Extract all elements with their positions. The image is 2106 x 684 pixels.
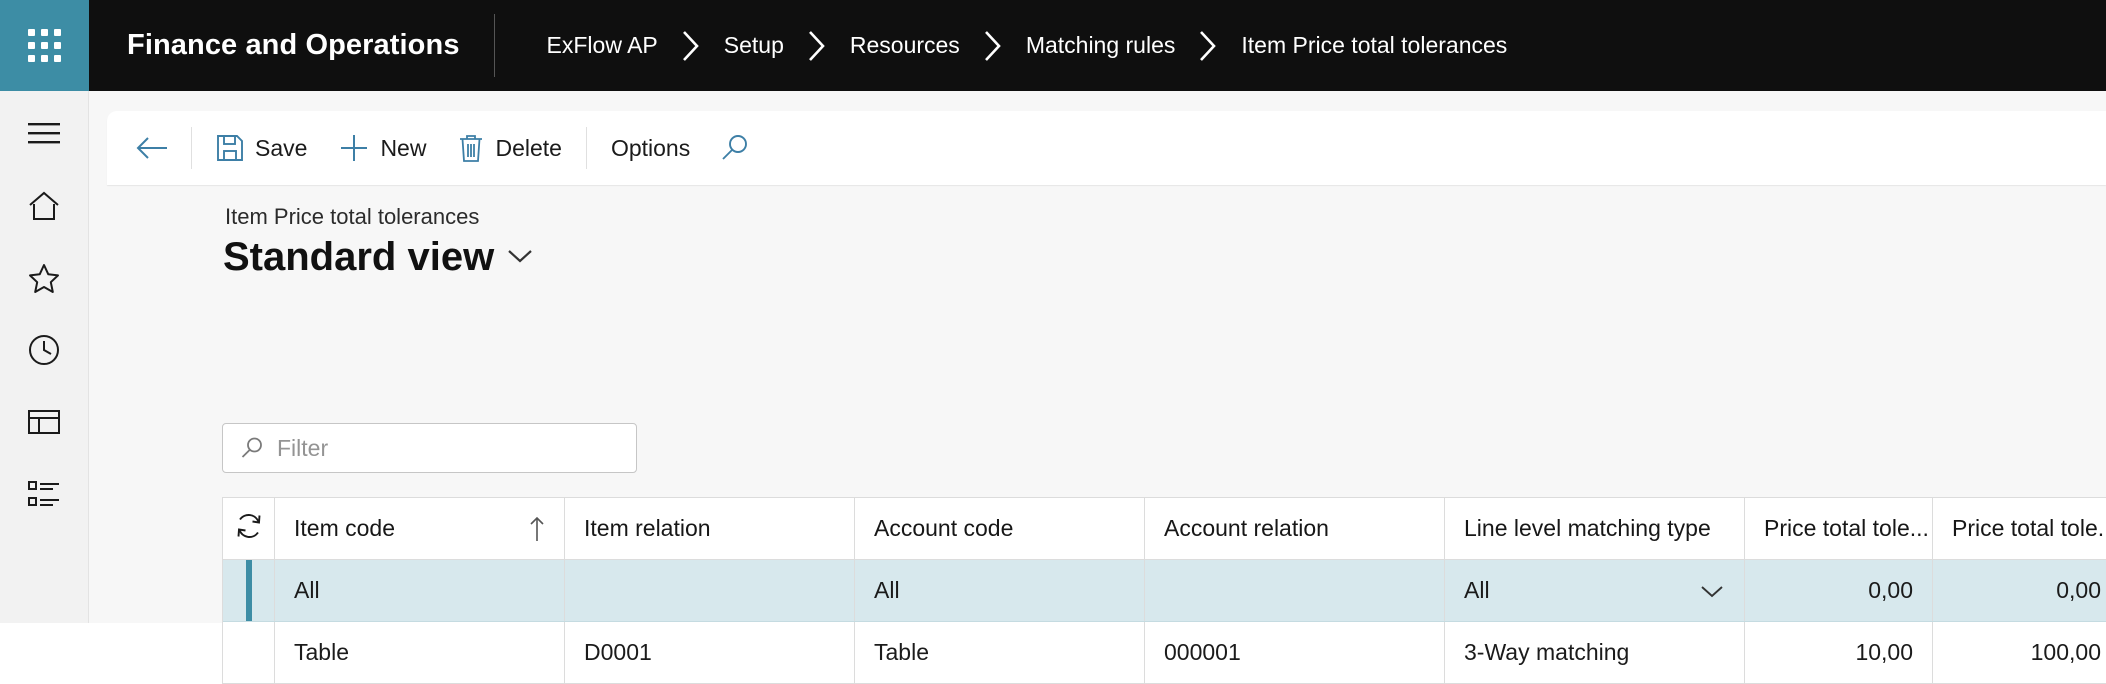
cell-item-code[interactable]: Table: [275, 622, 565, 683]
column-header-price-total-tolerance-2[interactable]: Price total tole...: [1933, 498, 2106, 559]
sidebar-item-workspaces[interactable]: [13, 397, 75, 451]
cell-account-code[interactable]: Table: [855, 622, 1145, 683]
new-button[interactable]: New: [323, 123, 442, 173]
filter-container[interactable]: [222, 423, 637, 473]
column-header-item-code[interactable]: Item code: [275, 498, 565, 559]
home-icon: [27, 190, 61, 227]
top-navigation-bar: Finance and Operations ExFlow AP Setup R…: [0, 0, 2106, 91]
cell-item-relation[interactable]: [565, 560, 855, 621]
cell-item-code[interactable]: All: [275, 560, 565, 621]
workspace-icon: [27, 407, 61, 442]
refresh-grid-button[interactable]: [223, 498, 275, 559]
chevron-right-icon: [660, 29, 722, 63]
chevron-right-icon: [786, 29, 848, 63]
cell-account-relation[interactable]: [1145, 560, 1445, 621]
row-selection-indicator[interactable]: [223, 560, 275, 621]
sidebar-item-modules[interactable]: [13, 469, 75, 523]
breadcrumb-item-setup[interactable]: Setup: [722, 30, 786, 61]
cell-line-level-matching-type[interactable]: 3-Way matching: [1445, 622, 1745, 683]
modules-list-icon: [27, 479, 61, 514]
cell-item-relation[interactable]: D0001: [565, 622, 855, 683]
save-button[interactable]: Save: [200, 123, 323, 173]
breadcrumb-item-resources[interactable]: Resources: [848, 30, 962, 61]
cell-price-total-tolerance-1[interactable]: 10,00: [1745, 622, 1933, 683]
delete-button[interactable]: Delete: [442, 123, 577, 173]
delete-button-label: Delete: [495, 134, 562, 161]
main-content-area: Save New Delete Options Item Price total…: [89, 91, 2106, 684]
chevron-down-icon[interactable]: [1699, 583, 1725, 599]
cell-account-relation[interactable]: 000001: [1145, 622, 1445, 683]
cell-line-level-matching-type-value: All: [1464, 577, 1490, 603]
table-row[interactable]: All All All 0,00 0,00: [223, 560, 2106, 622]
action-pane-divider: [191, 127, 192, 169]
sidebar-item-expand-navigation[interactable]: [13, 109, 75, 163]
search-icon: [720, 133, 750, 163]
view-selector[interactable]: Standard view: [223, 237, 534, 277]
refresh-icon: [234, 511, 264, 547]
chevron-right-icon: [1177, 29, 1239, 63]
back-button[interactable]: [121, 123, 183, 173]
cell-line-level-matching-type[interactable]: All: [1445, 560, 1745, 621]
plus-icon: [339, 133, 369, 163]
column-header-item-relation[interactable]: Item relation: [565, 498, 855, 559]
breadcrumb-item-item-price-total-tolerances[interactable]: Item Price total tolerances: [1239, 30, 1509, 61]
sidebar-item-favorites[interactable]: [13, 253, 75, 307]
row-selected-bar: [245, 560, 252, 621]
column-header-price-total-tolerance-1[interactable]: Price total tole...: [1745, 498, 1933, 559]
search-button[interactable]: [706, 123, 764, 173]
options-button-label: Options: [610, 134, 691, 161]
navigation-rail: [0, 91, 89, 623]
cell-account-code[interactable]: All: [855, 560, 1145, 621]
sidebar-item-recent[interactable]: [13, 325, 75, 379]
breadcrumb-item-matching-rules[interactable]: Matching rules: [1024, 30, 1178, 61]
app-title: Finance and Operations: [127, 29, 460, 61]
action-pane-divider: [585, 127, 587, 169]
arrow-left-icon: [135, 134, 169, 162]
column-header-item-code-label: Item code: [294, 515, 395, 541]
data-grid: Item code Item relation Account code Acc…: [222, 497, 2106, 684]
cell-price-total-tolerance-2[interactable]: 100,00: [1933, 622, 2106, 683]
filter-input[interactable]: [277, 434, 607, 462]
hamburger-icon: [27, 121, 61, 152]
search-icon: [240, 436, 264, 460]
clock-icon: [27, 333, 61, 372]
table-row[interactable]: Table D0001 Table 000001 3-Way matching …: [223, 622, 2106, 684]
star-icon: [27, 262, 61, 299]
breadcrumb: ExFlow AP Setup Resources Matching rules…: [495, 0, 1510, 91]
trash-icon: [458, 134, 484, 163]
action-pane: Save New Delete Options: [107, 111, 2106, 185]
sort-ascending-icon: [523, 515, 545, 543]
page-title: Standard view: [223, 235, 495, 279]
app-launcher-waffle-icon[interactable]: [0, 0, 89, 91]
options-button[interactable]: Options: [595, 123, 706, 173]
column-header-account-code[interactable]: Account code: [855, 498, 1145, 559]
cell-price-total-tolerance-2[interactable]: 0,00: [1933, 560, 2106, 621]
grid-header-row: Item code Item relation Account code Acc…: [223, 498, 2106, 560]
column-header-account-relation[interactable]: Account relation: [1145, 498, 1445, 559]
page-caption: Item Price total tolerances: [225, 204, 480, 229]
new-button-label: New: [380, 134, 427, 161]
chevron-right-icon: [962, 29, 1024, 63]
cell-price-total-tolerance-1[interactable]: 0,00: [1745, 560, 1933, 621]
sidebar-item-home[interactable]: [13, 181, 75, 235]
waffle-grid-dots: [28, 29, 61, 62]
row-selection-indicator[interactable]: [223, 622, 275, 683]
breadcrumb-item-exflow-ap[interactable]: ExFlow AP: [545, 30, 660, 61]
save-floppy-icon: [216, 134, 244, 162]
save-button-label: Save: [255, 134, 308, 161]
chevron-down-icon: [506, 247, 534, 277]
column-header-line-level-matching-type[interactable]: Line level matching type: [1445, 498, 1745, 559]
